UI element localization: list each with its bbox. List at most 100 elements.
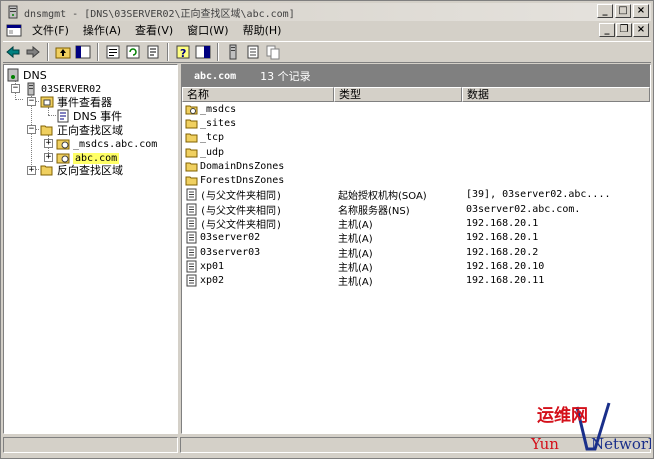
mmc-window: dnsmgmt - [DNS\03SERVER02\正向查找区域\abc.com… (0, 0, 654, 459)
record-name: _udp (200, 146, 225, 158)
title-bar[interactable]: dnsmgmt - [DNS\03SERVER02\正向查找区域\abc.com… (3, 3, 651, 21)
record-data: 03server02.abc.com. (466, 203, 581, 215)
copy-button[interactable] (264, 43, 282, 61)
svg-text:?: ? (180, 47, 186, 60)
tree-label: DNS (23, 68, 47, 82)
tree-node-dns-events[interactable]: DNS 事件 (56, 109, 122, 123)
record-count: 13 个记录 (260, 70, 311, 83)
record-row[interactable]: _sites (182, 116, 650, 130)
show-hide-tree-button[interactable] (74, 43, 92, 61)
menu-view[interactable]: 查看(V) (128, 23, 180, 39)
record-button[interactable] (244, 43, 262, 61)
help-button[interactable]: ? (174, 43, 192, 61)
record-row[interactable]: DomainDnsZones (182, 159, 650, 173)
record-row[interactable]: xp02 主机(A) 192.168.20.11 (182, 274, 650, 288)
toolbar-separator (217, 43, 219, 61)
dns-app-icon (8, 5, 18, 19)
record-name-cell: (与父文件夹相同) (182, 202, 334, 217)
child-close-button[interactable]: × (633, 23, 649, 37)
refresh-button[interactable] (124, 43, 142, 61)
menu-bar: 文件(F) 操作(A) 查看(V) 窗口(W) 帮助(H) _ ❐ × (3, 22, 651, 40)
zone-name: abc.com (194, 70, 237, 82)
record-data: 192.168.20.11 (466, 275, 545, 287)
server-button[interactable] (224, 43, 242, 61)
expander-reverse-zones[interactable]: + (27, 166, 36, 175)
record-name-cell: ForestDnsZones (182, 174, 334, 187)
folder-open-icon (40, 125, 53, 136)
console-icon[interactable] (6, 23, 22, 39)
expander-forward-zones[interactable]: − (27, 125, 36, 134)
record-name-cell: (与父文件夹相同) (182, 187, 334, 202)
toolbar-separator (167, 43, 169, 61)
record-icon (247, 45, 259, 59)
forward-button[interactable] (24, 43, 42, 61)
tree-node-msdcs-zone[interactable]: _msdcs.abc.com (56, 137, 157, 151)
column-header-data[interactable]: 数据 (462, 87, 650, 102)
zone-header-bar: abc.com 13 个记录 (182, 65, 650, 87)
folder-icon (185, 162, 198, 172)
record-type: 主机(A) (338, 234, 373, 246)
minimize-button[interactable]: _ (597, 4, 613, 18)
folder-icon (185, 176, 198, 186)
child-restore-button[interactable]: ❐ (616, 23, 632, 37)
record-row[interactable]: 03server03 主机(A) 192.168.20.2 (182, 245, 650, 260)
menu-help[interactable]: 帮助(H) (236, 23, 289, 39)
show-action-pane-button[interactable] (194, 43, 212, 61)
properties-button[interactable] (104, 43, 122, 61)
record-name: ForestDnsZones (200, 175, 285, 187)
record-name-cell: 03server02 (182, 231, 334, 244)
export-list-button[interactable] (144, 43, 162, 61)
export-list-icon (147, 45, 159, 59)
record-icon (186, 246, 197, 259)
close-button[interactable]: × (633, 4, 649, 18)
tree-node-event-viewer[interactable]: 事件查看器 (40, 95, 112, 109)
tree-label: 反向查找区域 (57, 164, 123, 177)
expander-abc-zone[interactable]: + (44, 153, 53, 162)
back-arrow-icon (6, 45, 20, 59)
record-name: 03server03 (200, 246, 261, 258)
console-tree[interactable]: DNS − 03SERVER02 − 事件查看器 DNS 事件 − 正向查找区域… (3, 64, 178, 434)
tree-node-forward-zones[interactable]: 正向查找区域 (40, 123, 123, 137)
menu-window[interactable]: 窗口(W) (180, 23, 235, 39)
forward-arrow-icon (26, 45, 40, 59)
tree-node-dns[interactable]: DNS (6, 68, 47, 82)
toolbar-separator (47, 43, 49, 61)
record-data: 192.168.20.1 (466, 218, 539, 230)
menu-action[interactable]: 操作(A) (76, 23, 128, 39)
record-row[interactable]: _tcp (182, 131, 650, 145)
record-name-cell: _tcp (182, 131, 334, 144)
copy-icon (266, 45, 280, 60)
record-name: xp01 (200, 260, 225, 272)
record-row[interactable]: xp01 主机(A) 192.168.20.10 (182, 259, 650, 274)
record-row[interactable]: _udp (182, 145, 650, 159)
record-row[interactable]: (与父文件夹相同) 起始授权机构(SOA) [39], 03server02.abc… (182, 188, 650, 202)
event-log-icon (57, 109, 69, 123)
record-name-cell: _msdcs (182, 103, 334, 116)
record-name-cell: 03server03 (182, 246, 334, 259)
child-minimize-button[interactable]: _ (599, 23, 615, 37)
record-name-cell: DomainDnsZones (182, 160, 334, 173)
record-row[interactable]: ForestDnsZones (182, 173, 650, 187)
expander-msdcs-zone[interactable]: + (44, 139, 53, 148)
maximize-button[interactable]: □ (615, 4, 631, 18)
record-icon (186, 274, 197, 287)
record-data: 192.168.20.1 (466, 232, 539, 244)
record-row[interactable]: (与父文件夹相同) 主机(A) 192.168.20.1 (182, 216, 650, 231)
status-pane-left (3, 437, 178, 453)
up-level-button[interactable] (54, 43, 72, 61)
column-header-type[interactable]: 类型 (334, 87, 462, 102)
record-icon (186, 217, 197, 230)
record-row[interactable]: _msdcs (182, 102, 650, 116)
column-header-name[interactable]: 名称 (182, 87, 334, 102)
tree-node-reverse-zones[interactable]: 反向查找区域 (40, 163, 123, 177)
expander-server[interactable]: − (11, 84, 20, 93)
record-row[interactable]: 03server02 主机(A) 192.168.20.1 (182, 231, 650, 245)
status-pane-right (180, 437, 651, 453)
menu-file[interactable]: 文件(F) (25, 23, 76, 39)
record-row[interactable]: (与父文件夹相同) 名称服务器(NS) 03server02.abc.com. (182, 202, 650, 217)
expander-event-viewer[interactable]: − (27, 97, 36, 106)
record-name: (与父文件夹相同) (200, 205, 283, 217)
event-viewer-icon (40, 96, 54, 108)
record-name: _tcp (200, 132, 225, 144)
back-button[interactable] (4, 43, 22, 61)
